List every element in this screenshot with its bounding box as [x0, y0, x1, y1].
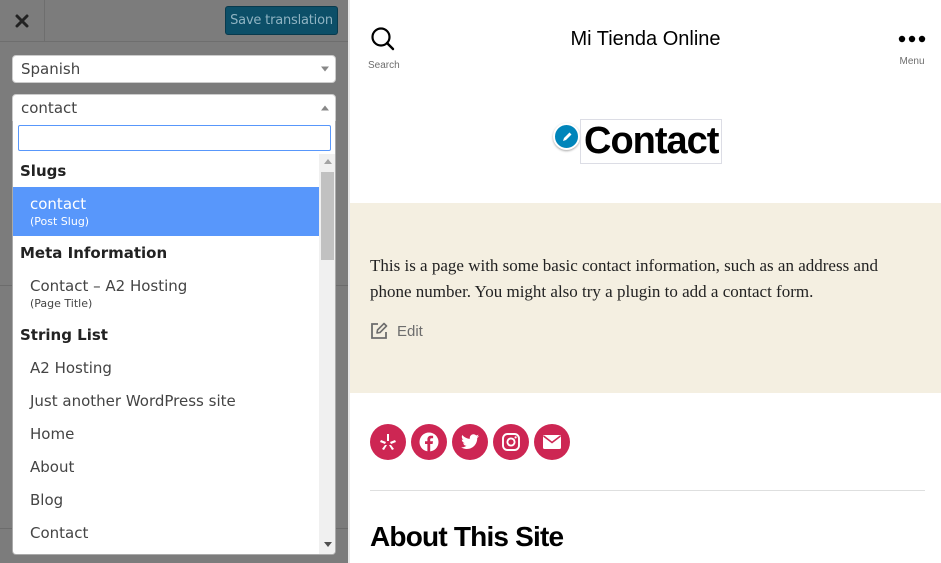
option-group-label: String List: [20, 325, 108, 344]
dropdown-option[interactable]: Contact: [13, 516, 319, 549]
footer-divider: [370, 490, 925, 491]
about-site-heading: About This Site: [370, 521, 564, 552]
close-icon: [15, 14, 29, 28]
yelp-icon: [380, 434, 396, 450]
menu-label: Menu: [899, 56, 925, 67]
mail-link[interactable]: [534, 424, 570, 460]
mail-icon: [543, 435, 561, 449]
option-label: contact: [30, 195, 87, 213]
twitter-icon: [461, 434, 479, 449]
option-sublabel: (Page Title): [30, 297, 93, 310]
page-content: This is a page with some basic contact i…: [350, 203, 941, 393]
twitter-link[interactable]: [452, 424, 488, 460]
search-label: Search: [368, 60, 400, 71]
dropdown-option[interactable]: Contact – A2 Hosting (Page Title): [13, 269, 319, 318]
language-select-value: Spanish: [21, 60, 81, 78]
dropdown-option[interactable]: About: [13, 450, 319, 483]
scroll-down-arrow-icon[interactable]: [324, 542, 332, 547]
panel-toolbar: Save translation: [0, 0, 348, 42]
dropdown-option[interactable]: Just another WordPress site: [13, 384, 319, 417]
dropdown-search-input[interactable]: [18, 125, 331, 151]
scrollbar-thumb[interactable]: [321, 172, 334, 260]
dropdown-scrollbar[interactable]: [319, 154, 335, 554]
edit-link[interactable]: Edit: [370, 322, 423, 340]
facebook-link[interactable]: [411, 424, 447, 460]
edit-icon: [371, 322, 388, 339]
yelp-link[interactable]: [370, 424, 406, 460]
dropdown-options-list: Slugs contact (Post Slug) Meta Informati…: [13, 154, 319, 554]
edit-title-button[interactable]: [553, 123, 580, 150]
site-title[interactable]: Mi Tienda Online: [350, 28, 941, 51]
more-dots-icon: [898, 35, 926, 43]
option-sublabel: (Post Slug): [30, 215, 90, 228]
chevron-up-icon: [321, 105, 329, 111]
facebook-icon: [419, 432, 439, 452]
option-label: Contact – A2 Hosting: [30, 277, 188, 295]
save-translation-button[interactable]: Save translation: [225, 6, 338, 35]
string-select-value: contact: [21, 99, 78, 117]
social-links: [370, 424, 575, 460]
string-dropdown: Slugs contact (Post Slug) Meta Informati…: [12, 121, 336, 555]
page-title[interactable]: Contact: [580, 119, 723, 164]
language-select[interactable]: Spanish: [12, 55, 336, 83]
dropdown-option[interactable]: A2 Hosting: [13, 351, 319, 384]
instagram-icon: [502, 433, 520, 451]
page-content-text: This is a page with some basic contact i…: [370, 256, 878, 301]
edit-label: Edit: [397, 322, 423, 340]
menu-toggle-button[interactable]: Menu: [895, 28, 929, 67]
option-group-label: Meta Information: [20, 243, 168, 262]
dropdown-option[interactable]: Home: [13, 417, 319, 450]
option-group-label: Slugs: [20, 161, 67, 180]
chevron-down-icon: [321, 66, 329, 72]
pencil-icon: [562, 132, 571, 141]
scroll-up-arrow-icon[interactable]: [324, 159, 332, 164]
close-button[interactable]: [0, 0, 45, 42]
translation-panel: Save translation Spanish contact Slugs c…: [0, 0, 348, 563]
instagram-link[interactable]: [493, 424, 529, 460]
site-preview: Search Mi Tienda Online Menu Contact Thi…: [350, 0, 941, 563]
dropdown-option[interactable]: contact (Post Slug): [13, 187, 319, 236]
string-select[interactable]: contact: [12, 94, 336, 122]
dropdown-option[interactable]: Blog: [13, 483, 319, 516]
